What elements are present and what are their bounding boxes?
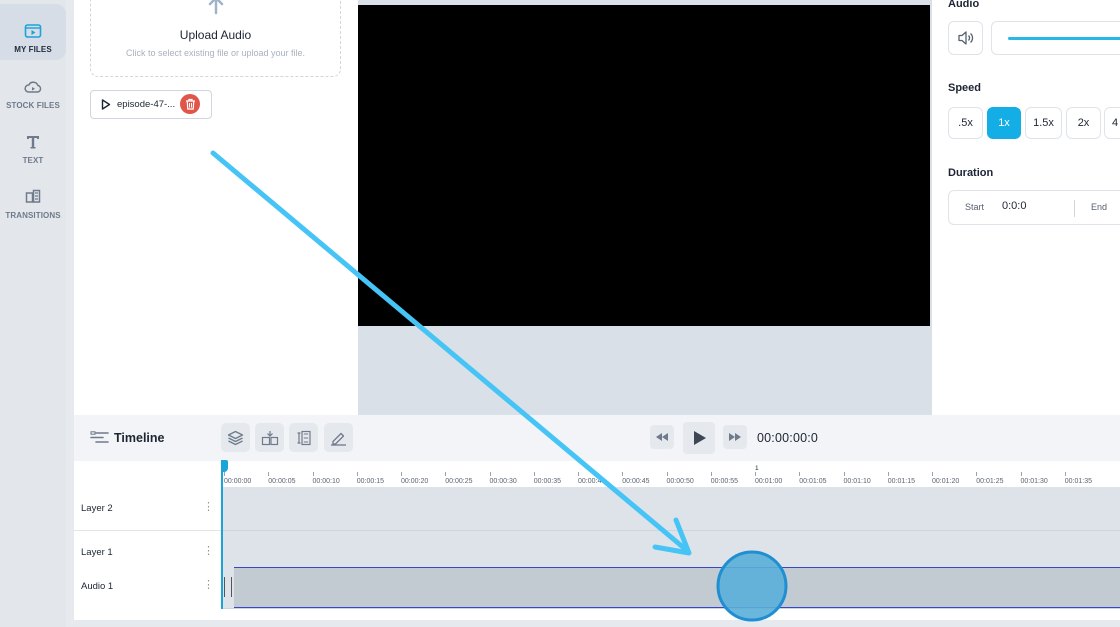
timeline-title: Timeline (114, 431, 165, 445)
ruler-tick: 00:00:00 (224, 472, 252, 485)
ruler-marker: 1 (755, 465, 759, 472)
upload-icon (208, 0, 224, 15)
trim-button[interactable] (289, 423, 318, 452)
rewind-icon (656, 433, 668, 441)
layer-track[interactable] (222, 487, 1120, 531)
file-item[interactable]: episode-47-... (90, 90, 212, 119)
ruler-tick: 00:00:35 (533, 472, 561, 485)
delete-file-button[interactable] (180, 94, 200, 114)
file-name: episode-47-... (117, 99, 176, 110)
ruler-tick: 00:00:55 (710, 472, 738, 485)
ruler-tick: 00:01:15 (887, 472, 915, 485)
ruler-tick: 00:00:05 (268, 472, 296, 485)
ruler-tick: 00:01:10 (843, 472, 871, 485)
properties-panel: Audio Speed .5x 1x 1.5x 2x 4 Duration St… (932, 0, 1120, 415)
audio-clip[interactable] (234, 567, 1120, 608)
transitions-icon (25, 189, 41, 203)
timeline-toolbar: Timeline 00:00:00:0 (74, 415, 1120, 461)
ruler-tick: 00:01:00 (755, 472, 783, 485)
text-icon (27, 136, 39, 149)
sidebar-item-label: MY FILES (14, 45, 52, 54)
time-ruler[interactable]: 1 00:00:00 00:00:05 00:00:10 00:00:15 00:00:… (222, 461, 1120, 487)
rewind-button[interactable] (650, 425, 674, 449)
speed-heading: Speed (948, 82, 982, 94)
layer-name: Layer 1 (81, 547, 113, 558)
volume-slider[interactable] (991, 21, 1120, 55)
folder-play-icon (24, 24, 42, 38)
split-icon (261, 430, 278, 445)
volume-icon (957, 31, 973, 45)
timeline-panel: Timeline 00:00:00:0 1 00:00:00 00:00:05 … (74, 415, 1120, 620)
upload-audio-dropzone[interactable]: Upload Audio Click to select existing fi… (90, 0, 341, 77)
more-vertical-icon[interactable]: ⋮ (203, 544, 214, 558)
speed-1-5x-button[interactable]: 1.5x (1025, 107, 1062, 139)
trash-icon (185, 98, 195, 110)
layer-name: Audio 1 (81, 581, 114, 592)
editor-window: MY FILES STOCK FILES TEXT TRANSITIONS Up… (0, 0, 1120, 627)
speed-1x-button[interactable]: 1x (987, 107, 1021, 139)
layer-name: Layer 2 (81, 503, 113, 514)
sidebar: MY FILES STOCK FILES TEXT TRANSITIONS (0, 0, 66, 627)
upload-title: Upload Audio (179, 28, 252, 42)
more-vertical-icon[interactable]: ⋮ (203, 500, 214, 514)
play-button[interactable] (683, 422, 715, 454)
layer-row-label[interactable]: Audio 1 ⋮ (74, 565, 222, 609)
ruler-tick: 00:01:30 (1020, 472, 1048, 485)
play-icon[interactable] (101, 99, 111, 110)
cloud-play-icon (24, 81, 42, 93)
ruler-tick: 00:00:30 (489, 472, 517, 485)
sidebar-item-label: TRANSITIONS (5, 211, 61, 220)
video-preview[interactable] (358, 5, 930, 326)
play-icon (693, 431, 706, 445)
clip-trim-handle[interactable] (224, 577, 232, 597)
fast-forward-button[interactable] (723, 425, 747, 449)
duration-heading: Duration (948, 167, 994, 179)
ruler-tick: 00:01:35 (1064, 472, 1092, 485)
ruler-tick: 00:00:15 (356, 472, 384, 485)
mute-button[interactable] (948, 21, 983, 55)
playhead[interactable] (221, 461, 223, 609)
ruler-tick: 00:00:40 (578, 472, 606, 485)
sidebar-item-stock-files[interactable]: STOCK FILES (0, 60, 66, 116)
sidebar-item-text[interactable]: TEXT (0, 115, 66, 171)
sidebar-item-transitions[interactable]: TRANSITIONS (0, 170, 66, 226)
upload-subtitle: Click to select existing file or upload … (125, 48, 306, 58)
more-vertical-icon[interactable]: ⋮ (203, 578, 214, 592)
timeline-icon (90, 431, 109, 443)
ruler-tick: 00:01:20 (932, 472, 960, 485)
speed-4x-button[interactable]: 4 (1104, 107, 1120, 139)
ruler-tick: 00:00:25 (445, 472, 473, 485)
sidebar-item-my-files[interactable]: MY FILES (0, 4, 66, 60)
ruler-tick: 00:00:45 (622, 472, 650, 485)
timecode: 00:00:00:0 (757, 431, 819, 445)
duration-divider (1074, 200, 1075, 217)
fast-forward-icon (729, 433, 741, 441)
playhead-handle[interactable] (221, 460, 228, 472)
ruler-tick: 00:01:25 (976, 472, 1004, 485)
edit-button[interactable] (324, 423, 353, 452)
start-label: Start (965, 202, 985, 212)
layer-row-label[interactable]: Layer 2 ⋮ (74, 487, 222, 531)
duration-field: Start 0:0:0 End (948, 190, 1120, 225)
start-time-input[interactable]: 0:0:0 (1002, 200, 1026, 212)
ruler-tick: 00:00:50 (666, 472, 694, 485)
split-button[interactable] (255, 423, 284, 452)
speed-0-5x-button[interactable]: .5x (948, 107, 983, 139)
speed-2x-button[interactable]: 2x (1066, 107, 1101, 139)
files-panel: Upload Audio Click to select existing fi… (74, 0, 358, 415)
ruler-tick: 00:01:05 (799, 472, 827, 485)
ruler-tick: 00:00:10 (312, 472, 340, 485)
film-trim-icon (297, 430, 311, 445)
pencil-icon (331, 432, 346, 446)
sidebar-item-label: TEXT (22, 156, 44, 165)
volume-slider-fill (1008, 37, 1120, 40)
layers-button[interactable] (221, 423, 250, 452)
layers-icon (227, 430, 244, 445)
end-label: End (1091, 202, 1108, 212)
preview-area (358, 0, 932, 415)
audio-heading: Audio (948, 0, 980, 10)
ruler-tick: 00:00:20 (401, 472, 429, 485)
sidebar-item-label: STOCK FILES (6, 101, 60, 110)
